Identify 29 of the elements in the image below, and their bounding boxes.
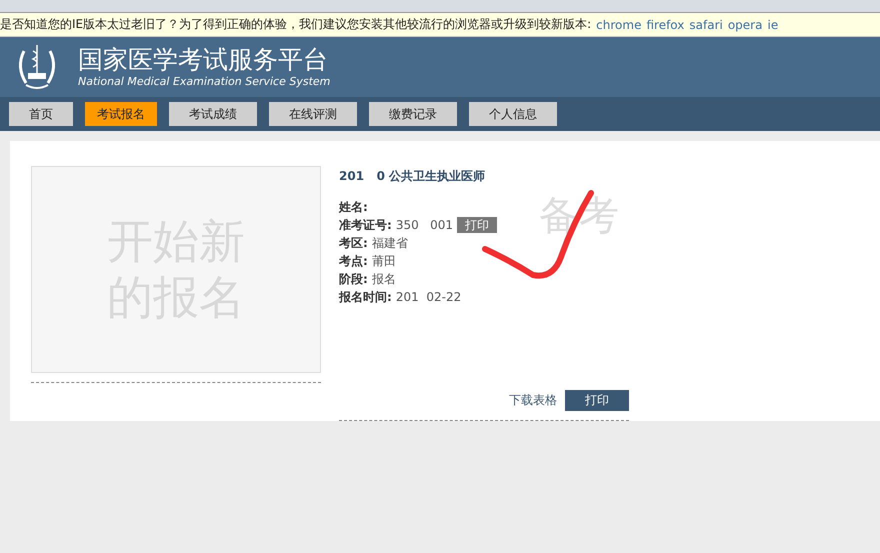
browser-link[interactable]: opera (728, 18, 762, 32)
browser-link[interactable]: firefox (646, 18, 684, 32)
field-value: 莆田 (372, 252, 396, 270)
field-label: 准考证号: (339, 216, 392, 234)
print-button[interactable]: 打印 (457, 217, 498, 233)
field-value: 201 02-22 (396, 290, 462, 304)
nav-tab[interactable]: 个人信息 (469, 102, 557, 126)
download-form-link[interactable]: 下载表格 (509, 392, 557, 409)
browser-link[interactable]: ie (767, 18, 778, 32)
nav-tab[interactable]: 考试报名 (85, 102, 157, 126)
site-subtitle: National Medical Examination Service System (78, 74, 330, 88)
browser-link[interactable]: chrome (596, 18, 642, 32)
exam-title: 201 0 公共卫生执业医师 (339, 168, 486, 185)
notice-text: 是否知道您的IE版本太过老旧了？为了得到正确的体验，我们建议您安装其他较流行的浏览器或升级到较新版本: (0, 16, 592, 33)
nav-tab[interactable]: 首页 (9, 102, 73, 126)
nav-tab[interactable]: 考试成绩 (169, 102, 257, 126)
print-button[interactable]: 打印 (565, 390, 629, 411)
field-label: 姓名: (339, 198, 368, 216)
field-label: 考区: (339, 234, 368, 252)
field-value: 报名 (372, 270, 396, 288)
field-label: 考点: (339, 252, 368, 270)
nav-tab[interactable]: 缴费记录 (369, 102, 457, 126)
field-label: 阶段: (339, 270, 368, 288)
field-value: 福建省 (372, 234, 408, 252)
browser-link[interactable]: safari (689, 18, 723, 32)
field-value: 350 001 (396, 218, 454, 232)
nav-tab[interactable]: 在线评测 (269, 102, 357, 126)
site-title: 国家医学考试服务平台 (78, 46, 329, 72)
field-label: 报名时间: (339, 288, 392, 306)
